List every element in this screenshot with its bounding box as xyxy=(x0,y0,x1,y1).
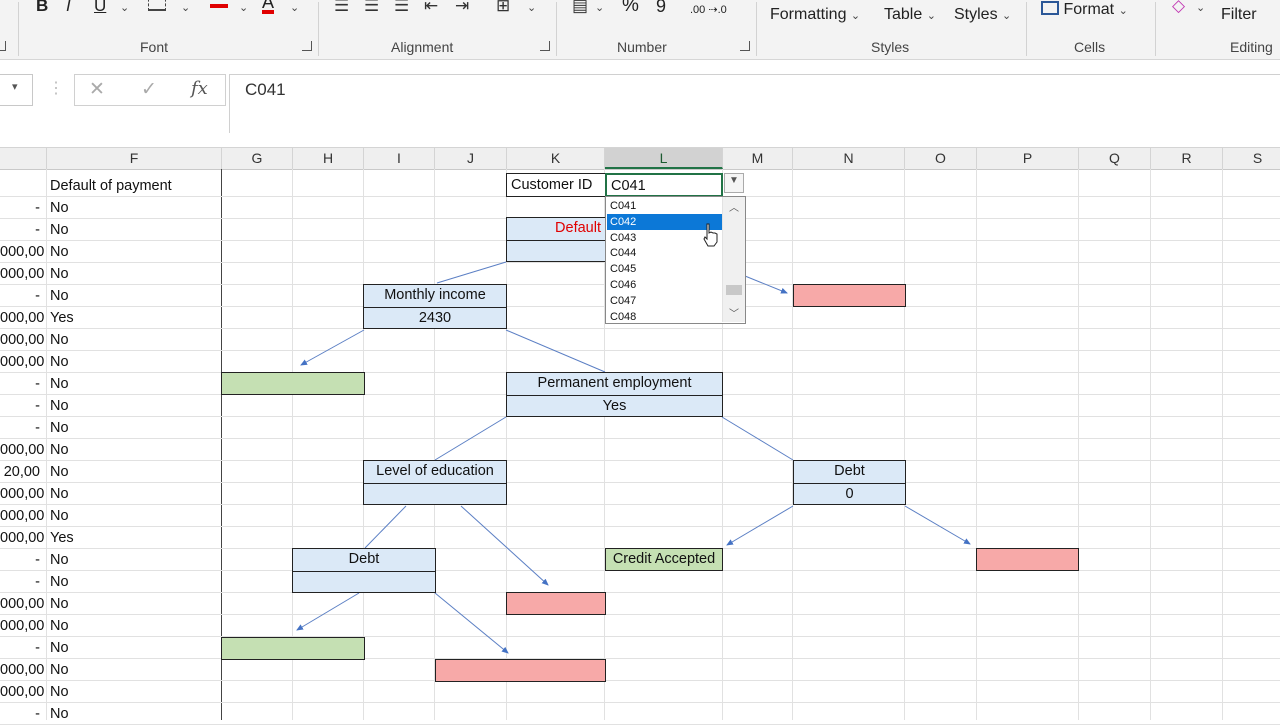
monthly-income-value: 2430 xyxy=(364,306,506,329)
customer-id-select[interactable]: C041 xyxy=(605,173,723,197)
connector-arrow xyxy=(460,505,549,586)
debt-right-label: Debt xyxy=(834,463,865,479)
dropdown-option[interactable]: C041 xyxy=(607,198,722,214)
customer-id-label[interactable]: Customer ID xyxy=(506,173,606,197)
connector-line xyxy=(436,261,507,284)
credit-accepted-result: Credit Accepted xyxy=(605,548,723,571)
monthly-income-label: Monthly income xyxy=(384,287,486,303)
dropdown-option[interactable]: C048 xyxy=(607,309,722,325)
dropdown-button[interactable]: ▼ xyxy=(724,173,744,193)
debt-left-label: Debt xyxy=(348,551,380,567)
connector-arrow xyxy=(300,329,365,366)
connector-line xyxy=(505,329,606,373)
chevron-up-icon[interactable]: ︿ xyxy=(729,199,739,214)
outcome-accepted xyxy=(221,637,365,660)
hand-cursor-icon xyxy=(703,223,718,247)
scrollbar-thumb[interactable] xyxy=(726,285,742,295)
permanent-employment-label: Permanent employment xyxy=(537,375,692,391)
connector-arrow xyxy=(904,505,971,545)
education-value xyxy=(364,482,506,505)
debt-node-right: Debt 0 xyxy=(793,460,906,505)
dropdown-option[interactable]: C045 xyxy=(607,261,722,277)
connector-line xyxy=(721,416,794,461)
outcome-rejected xyxy=(506,592,606,615)
education-label: Level of education xyxy=(376,463,494,479)
education-node: Level of education xyxy=(363,460,507,505)
outcome-rejected xyxy=(976,548,1079,571)
connector-arrow xyxy=(744,275,788,294)
dropdown-option[interactable]: C047 xyxy=(607,293,722,309)
debt-left-value xyxy=(293,570,435,593)
outcome-accepted xyxy=(221,372,365,395)
connector-arrow xyxy=(434,592,509,654)
root-node: Default xyxy=(506,217,606,262)
connector-line xyxy=(364,505,407,549)
dropdown-option[interactable]: C046 xyxy=(607,277,722,293)
debt-right-value: 0 xyxy=(794,482,905,505)
chevron-down-icon[interactable]: ﹀ xyxy=(729,305,739,320)
debt-node-left: Debt xyxy=(292,548,436,593)
permanent-employment-node: Permanent employment Yes xyxy=(506,372,723,417)
permanent-employment-value: Yes xyxy=(507,394,722,417)
outcome-rejected xyxy=(435,659,606,682)
connector-arrow xyxy=(296,592,360,631)
connector-line xyxy=(434,416,507,461)
monthly-income-node: Monthly income 2430 xyxy=(363,284,507,329)
root-node-value xyxy=(507,239,605,262)
dropdown-scrollbar[interactable]: ︿ ﹀ xyxy=(722,197,745,322)
chevron-down-icon: ▼ xyxy=(729,175,739,186)
root-node-label: Default xyxy=(555,220,601,236)
tree-connectors xyxy=(296,261,971,654)
connector-arrow xyxy=(726,505,794,546)
outcome-rejected xyxy=(793,284,906,307)
